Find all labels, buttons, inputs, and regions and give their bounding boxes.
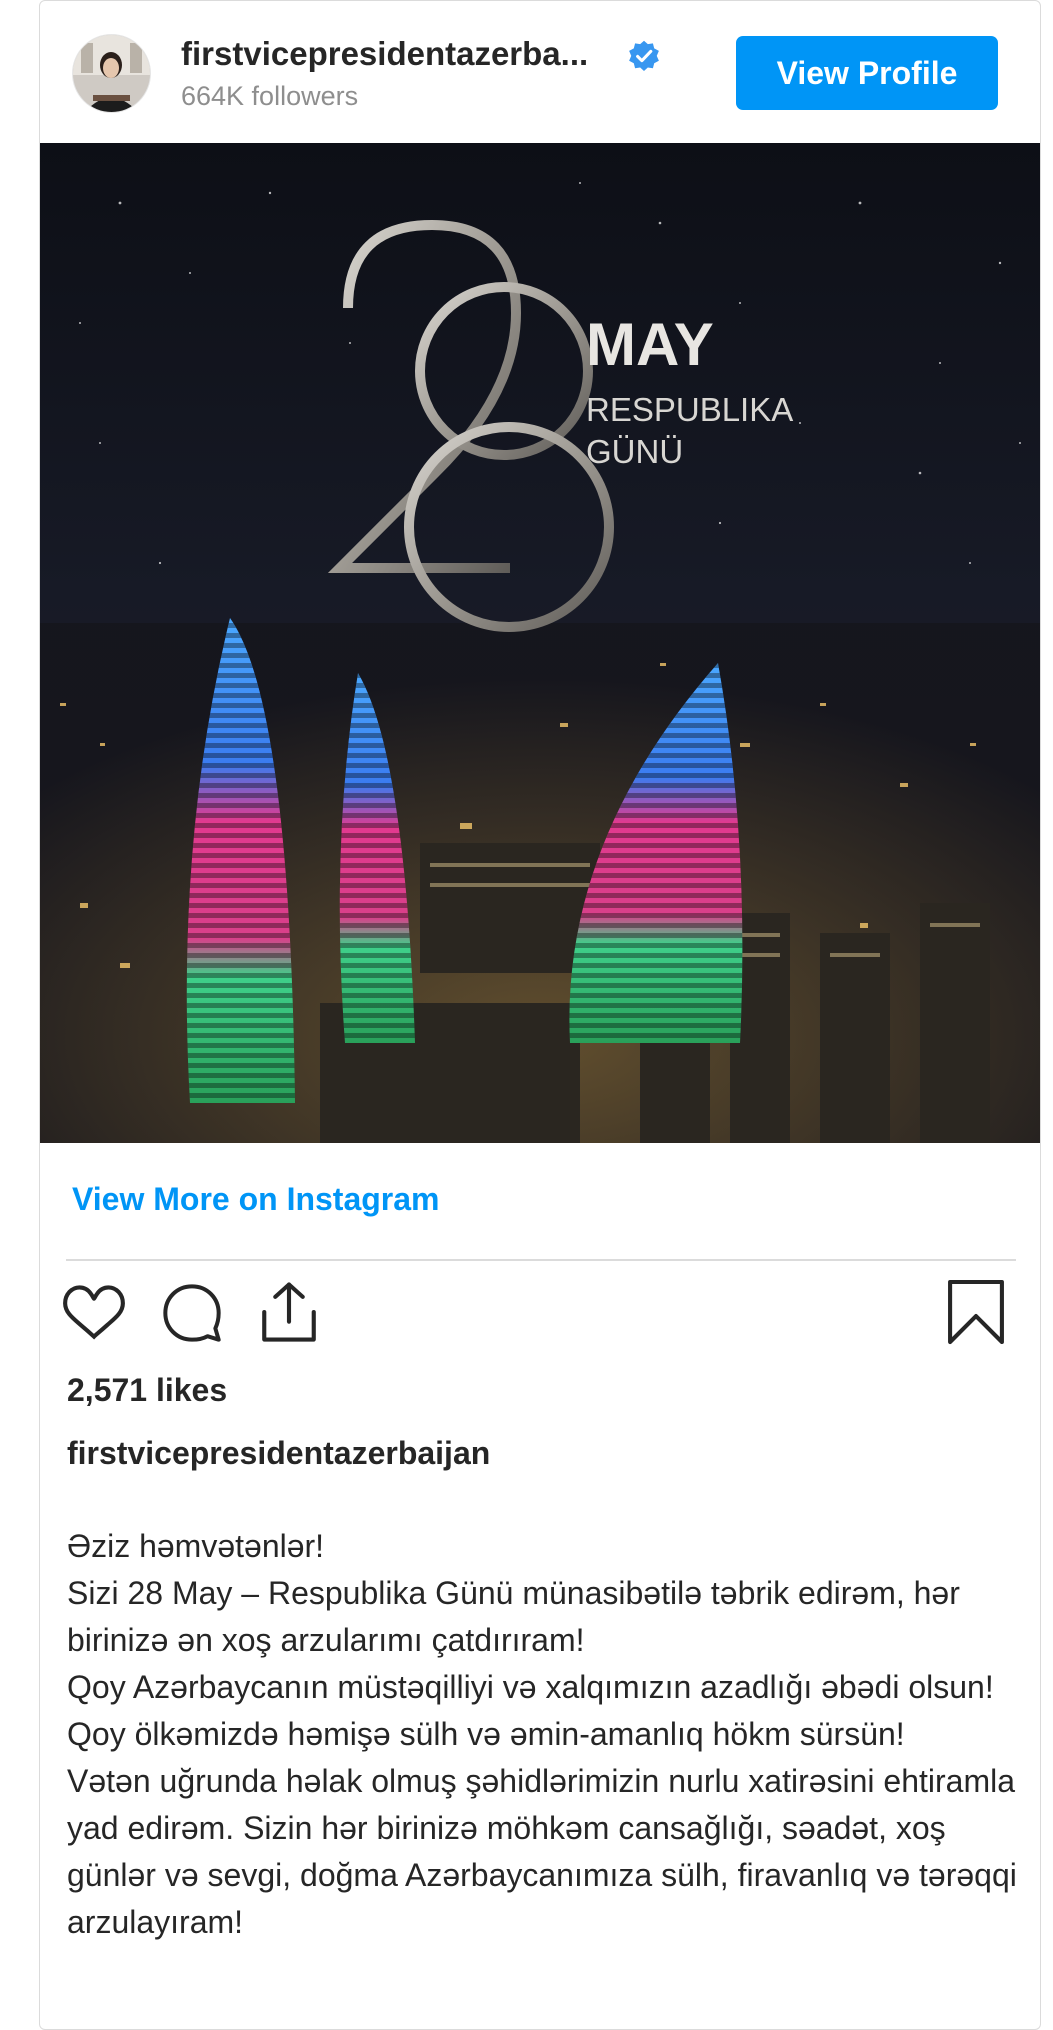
verified-badge-icon [629, 40, 659, 71]
comment-icon[interactable] [160, 1281, 224, 1345]
bookmark-icon[interactable] [946, 1279, 1006, 1345]
instagram-embed-card: firstvicepresidentazerba... 664K followe… [39, 0, 1041, 2030]
profile-avatar[interactable] [72, 34, 151, 113]
divider [66, 1259, 1016, 1261]
caption-username[interactable]: firstvicepresidentazerbaijan [67, 1435, 490, 1472]
avatar-image [73, 35, 150, 112]
view-more-link[interactable]: View More on Instagram [72, 1181, 440, 1218]
view-profile-button[interactable]: View Profile [736, 36, 998, 110]
image-line1: RESPUBLIKA [586, 391, 793, 428]
post-caption: Əziz həmvətənlər! Sizi 28 May – Respubli… [67, 1528, 1017, 1940]
heart-icon[interactable] [61, 1279, 127, 1345]
image-line2: GÜNÜ [586, 433, 683, 470]
post-header: firstvicepresidentazerba... 664K followe… [40, 1, 1040, 143]
followers-count: 664K followers [181, 81, 359, 111]
post-image[interactable]: MAY RESPUBLIKA GÜNÜ [40, 143, 1040, 1143]
likes-count[interactable]: 2,571 likes [67, 1372, 227, 1409]
share-icon[interactable] [256, 1279, 322, 1345]
image-month: MAY [586, 311, 714, 378]
profile-username[interactable]: firstvicepresidentazerba... [181, 35, 588, 73]
